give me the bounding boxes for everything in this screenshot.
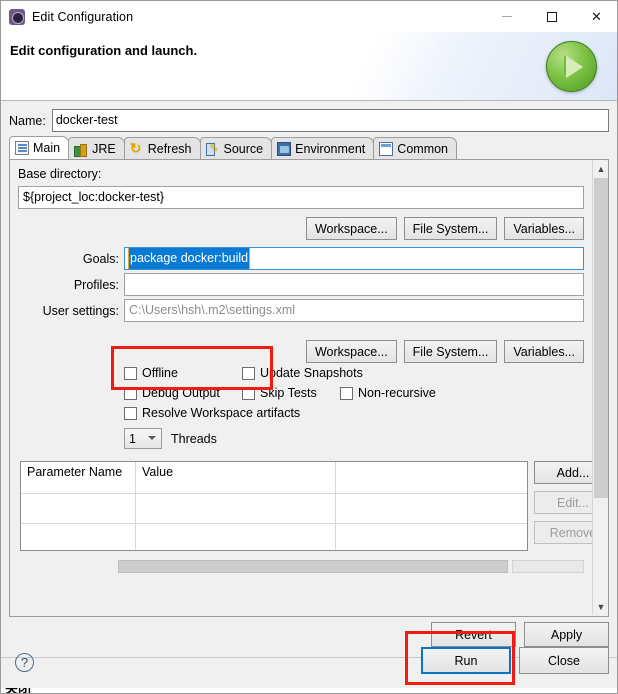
checkbox-resolve-workspace-artifacts[interactable]: Resolve Workspace artifacts xyxy=(124,406,300,420)
eclipse-gear-icon xyxy=(9,8,25,25)
close-dialog-button[interactable]: Close xyxy=(519,647,609,674)
base-directory-browse-buttons: Workspace... File System... Variables... xyxy=(10,217,584,240)
checkbox-non-recursive-label: Non-recursive xyxy=(358,386,436,400)
parameter-table-rowlines xyxy=(21,462,527,550)
name-input[interactable]: docker-test xyxy=(51,109,609,132)
edit-configuration-dialog: Edit Configuration ✕ Edit configuration … xyxy=(0,0,618,694)
environment-icon xyxy=(277,141,292,156)
checkbox-debug-output[interactable]: Debug Output xyxy=(124,386,220,400)
threads-label: Threads xyxy=(171,431,217,446)
checkbox-skip-tests-label: Skip Tests xyxy=(260,386,317,400)
scroll-down-arrow-icon[interactable]: ▼ xyxy=(593,598,608,615)
revert-apply-row: Revert Apply xyxy=(1,622,609,647)
goals-selected-text: package docker:build xyxy=(127,248,251,269)
window-title: Edit Configuration xyxy=(32,9,134,24)
checkbox-update-snapshots[interactable]: Update Snapshots xyxy=(242,366,363,380)
goals-input[interactable]: package docker:build xyxy=(124,247,584,270)
checkbox-non-recursive[interactable]: Non-recursive xyxy=(340,386,436,400)
user-settings-label: User settings: xyxy=(42,304,119,318)
user-settings-browse-buttons: Workspace... File System... Variables... xyxy=(10,340,584,363)
workspace-button-top[interactable]: Workspace... xyxy=(305,217,397,240)
profiles-input[interactable] xyxy=(124,273,584,296)
threads-dropdown[interactable]: 1 xyxy=(124,428,162,449)
main-document-icon xyxy=(15,141,29,155)
name-row: Name: docker-test xyxy=(9,109,609,132)
window-titlebar: Edit Configuration ✕ xyxy=(1,1,617,32)
refresh-arrows-icon xyxy=(130,140,144,157)
checkbox-update-snapshots-label: Update Snapshots xyxy=(260,366,363,380)
revert-button[interactable]: Revert xyxy=(431,622,516,647)
background-peek: 关闭 xyxy=(1,688,617,693)
tab-strip: Main JRE Refresh Source Environment Comm… xyxy=(9,136,609,160)
variables-button-top[interactable]: Variables... xyxy=(504,217,584,240)
banner-heading: Edit configuration and launch. xyxy=(10,43,198,58)
run-button[interactable]: Run xyxy=(421,647,511,674)
play-triangle-icon xyxy=(564,55,579,75)
base-directory-label: Base directory: xyxy=(18,167,102,181)
horizontal-scrollbar[interactable] xyxy=(18,560,584,574)
minimize-button[interactable] xyxy=(484,1,529,32)
checkbox-non-recursive-box[interactable] xyxy=(340,386,353,400)
dialog-body: Name: docker-test Main JRE Refresh Sourc… xyxy=(1,101,617,693)
close-icon: ✕ xyxy=(591,8,602,24)
window-controls: ✕ xyxy=(484,1,617,32)
checkbox-resolve-workspace-artifacts-box[interactable] xyxy=(124,406,137,420)
threads-value: 1 xyxy=(129,431,136,446)
green-run-play-icon xyxy=(546,41,597,92)
common-window-icon xyxy=(379,141,394,156)
tab-main-label: Main xyxy=(33,141,61,155)
checkbox-skip-tests-box[interactable] xyxy=(242,386,255,400)
run-close-row: Run Close xyxy=(1,647,609,674)
close-button[interactable]: ✕ xyxy=(574,1,617,32)
threads-row: 1 Threads xyxy=(124,428,217,449)
horizontal-scrollbar-track-end[interactable] xyxy=(512,560,584,573)
workspace-button-bottom[interactable]: Workspace... xyxy=(305,340,397,363)
jre-books-icon xyxy=(74,142,88,157)
background-text: 关闭 xyxy=(5,688,31,693)
tab-common[interactable]: Common xyxy=(373,137,458,159)
maximize-icon xyxy=(546,11,557,22)
parameter-table[interactable]: Parameter Name Value xyxy=(20,461,528,551)
maximize-button[interactable] xyxy=(529,1,574,32)
chevron-down-icon xyxy=(148,436,156,440)
tab-refresh[interactable]: Refresh xyxy=(123,137,201,159)
tab-environment[interactable]: Environment xyxy=(271,137,375,159)
user-settings-input[interactable]: C:\Users\hsh\.m2\settings.xml xyxy=(124,299,584,322)
checkbox-offline-box[interactable] xyxy=(124,366,137,380)
variables-button-bottom[interactable]: Variables... xyxy=(504,340,584,363)
checkbox-update-snapshots-box[interactable] xyxy=(242,366,255,380)
minimize-icon xyxy=(501,15,512,18)
tab-source-label: Source xyxy=(223,141,264,156)
file-system-button-bottom[interactable]: File System... xyxy=(403,340,498,363)
tab-jre-label: JRE xyxy=(92,141,116,156)
horizontal-scrollbar-thumb[interactable] xyxy=(118,560,508,573)
name-label: Name: xyxy=(9,113,46,128)
main-tab-content: Base directory: ${project_loc:docker-tes… xyxy=(10,160,608,616)
checkbox-offline-label: Offline xyxy=(142,366,178,380)
tab-environment-label: Environment xyxy=(295,141,366,156)
dialog-banner: Edit configuration and launch. xyxy=(1,32,617,101)
checkbox-skip-tests[interactable]: Skip Tests xyxy=(242,386,317,400)
scroll-up-arrow-icon[interactable]: ▲ xyxy=(593,160,608,177)
file-system-button-top[interactable]: File System... xyxy=(403,217,498,240)
tab-jre[interactable]: JRE xyxy=(68,137,125,159)
tab-common-label: Common xyxy=(397,141,449,156)
checkbox-debug-output-label: Debug Output xyxy=(142,386,220,400)
checkbox-resolve-workspace-artifacts-label: Resolve Workspace artifacts xyxy=(142,406,301,420)
source-pencil-icon xyxy=(205,142,220,156)
goals-label: Goals: xyxy=(82,252,119,266)
vertical-scrollbar[interactable]: ▲ ▼ xyxy=(592,160,608,615)
tab-refresh-label: Refresh xyxy=(147,141,192,156)
profiles-label: Profiles: xyxy=(73,278,119,292)
apply-button[interactable]: Apply xyxy=(524,622,609,647)
tab-source[interactable]: Source xyxy=(199,137,273,159)
main-tab-panel: Base directory: ${project_loc:docker-tes… xyxy=(9,160,609,617)
checkbox-debug-output-box[interactable] xyxy=(124,386,137,400)
tab-main[interactable]: Main xyxy=(9,136,70,159)
checkbox-offline[interactable]: Offline xyxy=(124,366,178,380)
base-directory-input[interactable]: ${project_loc:docker-test} xyxy=(18,186,584,209)
vertical-scrollbar-thumb[interactable] xyxy=(594,178,608,498)
